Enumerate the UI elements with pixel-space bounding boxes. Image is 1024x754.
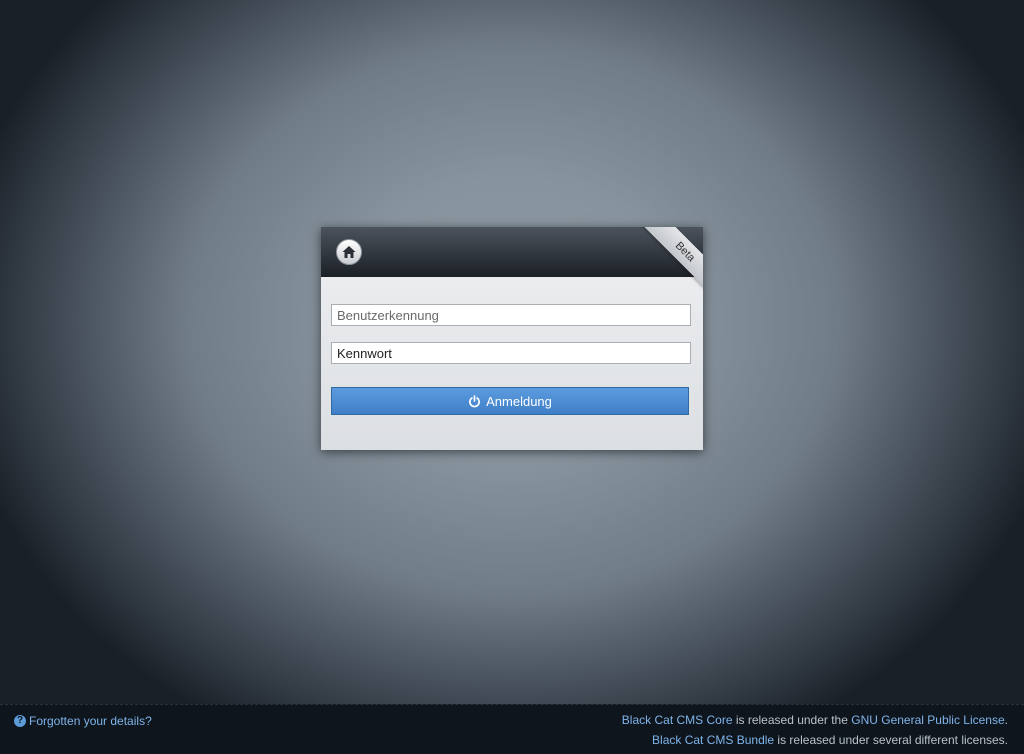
- footer: ? Forgotten your details? Black Cat CMS …: [0, 704, 1024, 754]
- login-panel: Beta Anmeldung: [321, 227, 703, 450]
- login-button[interactable]: Anmeldung: [331, 387, 689, 415]
- username-field[interactable]: [331, 304, 691, 326]
- power-icon: [469, 394, 481, 407]
- cms-core-link[interactable]: Black Cat CMS Core: [622, 713, 733, 727]
- license-core-line: Black Cat CMS Core is released under the…: [622, 713, 1008, 727]
- beta-ribbon: Beta: [633, 227, 703, 297]
- cms-bundle-link[interactable]: Black Cat CMS Bundle: [652, 733, 774, 747]
- license-bundle-line: Black Cat CMS Bundle is released under s…: [652, 733, 1008, 747]
- panel-header: Beta: [321, 227, 703, 296]
- forgot-details-link[interactable]: ? Forgotten your details?: [14, 714, 152, 728]
- password-field[interactable]: [331, 342, 691, 364]
- help-icon: ?: [14, 715, 26, 727]
- beta-ribbon-label: Beta: [641, 227, 703, 296]
- license-core-suffix: .: [1004, 713, 1008, 727]
- home-icon: [342, 246, 356, 258]
- license-bundle-text: is released under several different lice…: [774, 733, 1008, 747]
- home-button[interactable]: [336, 239, 362, 265]
- license-core-text: is released under the: [732, 713, 852, 727]
- forgot-details-label: Forgotten your details?: [29, 714, 152, 728]
- login-button-label: Anmeldung: [486, 393, 552, 409]
- gpl-link[interactable]: GNU General Public License: [851, 713, 1004, 727]
